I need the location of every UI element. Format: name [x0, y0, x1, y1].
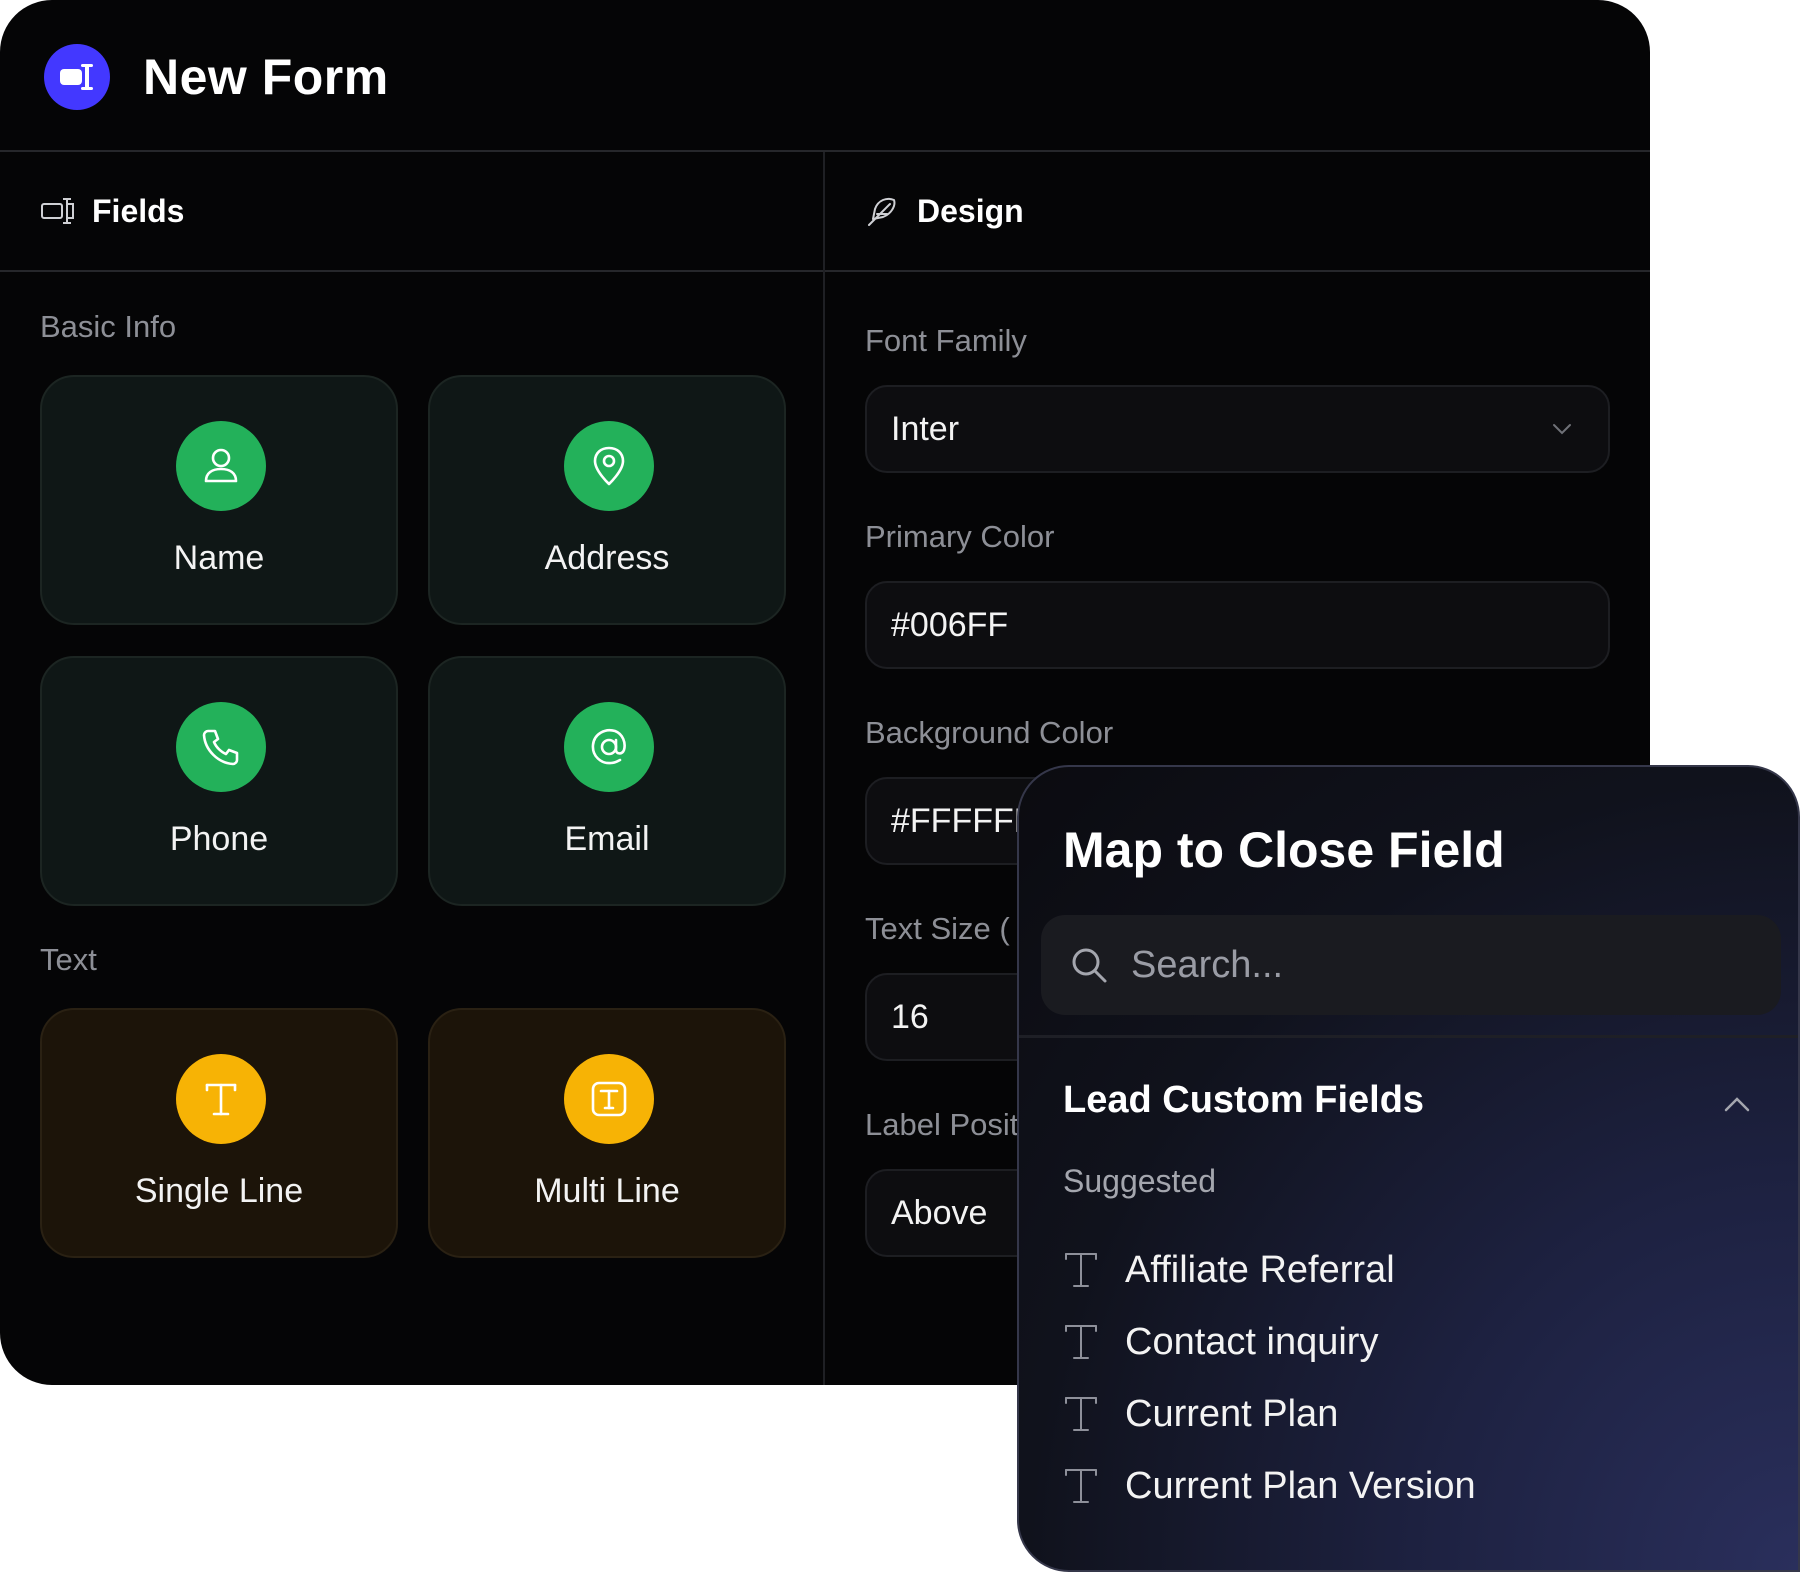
field-tile-multi-line[interactable]: Multi Line — [428, 1008, 786, 1258]
tab-bar: Fields Design — [0, 152, 1650, 272]
tab-design-label: Design — [917, 192, 1024, 229]
field-tile-label: Phone — [169, 820, 269, 858]
map-field-popover: Map to Close Field Lead Custom Fields Su… — [1017, 765, 1800, 1572]
tab-design[interactable]: Design — [865, 152, 1024, 270]
field-tile-email[interactable]: Email — [428, 656, 786, 906]
column-divider — [823, 152, 825, 1385]
field-tile-label: Single Line — [134, 1172, 304, 1210]
text-size-label: Text Size ( — [865, 911, 1010, 946]
primary-color-value: #006FF — [891, 605, 1009, 644]
app-logo-icon — [44, 44, 110, 110]
option-label: Current Plan — [1125, 1392, 1339, 1435]
option-label: Affiliate Referral — [1125, 1248, 1395, 1291]
user-icon — [176, 421, 266, 511]
search-input[interactable] — [1129, 942, 1733, 988]
text-box-icon — [564, 1054, 654, 1144]
list-item[interactable]: Current Plan — [1063, 1384, 1338, 1444]
background-color-label: Background Color — [865, 715, 1114, 750]
text-type-icon — [1063, 1394, 1107, 1434]
page-title: New Form — [143, 49, 389, 105]
label-position-value: Above — [891, 1193, 988, 1232]
text-size-value: 16 — [891, 997, 929, 1036]
font-family-label: Font Family — [865, 323, 1027, 358]
section-title-basic-info: Basic Info — [40, 309, 177, 344]
field-tile-label: Multi Line — [534, 1172, 680, 1210]
field-tile-label: Name — [173, 539, 265, 577]
chevron-up-icon[interactable] — [1721, 1089, 1753, 1121]
list-item[interactable]: Affiliate Referral — [1063, 1240, 1395, 1300]
subgroup-label: Suggested — [1063, 1163, 1217, 1199]
list-item[interactable]: Contact inquiry — [1063, 1312, 1378, 1372]
popover-divider — [1019, 1035, 1798, 1038]
type-icon — [176, 1054, 266, 1144]
field-tile-label: Email — [564, 820, 650, 858]
feather-icon — [868, 197, 896, 226]
background-color-value: #FFFFFF — [891, 801, 1035, 840]
group-title: Lead Custom Fields — [1063, 1079, 1425, 1121]
map-pin-icon — [564, 421, 654, 511]
font-family-value: Inter — [891, 409, 960, 448]
field-tile-name[interactable]: Name — [40, 375, 398, 625]
header: New Form — [0, 0, 1650, 152]
field-tile-address[interactable]: Address — [428, 375, 786, 625]
search-icon — [1072, 948, 1107, 983]
text-type-icon — [1063, 1466, 1107, 1506]
field-icon — [41, 198, 74, 224]
list-item[interactable]: Current Plan Version — [1063, 1456, 1476, 1516]
text-type-icon — [1063, 1250, 1107, 1290]
field-tile-single-line[interactable]: Single Line — [40, 1008, 398, 1258]
text-type-icon — [1063, 1322, 1107, 1362]
field-tile-phone[interactable]: Phone — [40, 656, 398, 906]
phone-icon — [176, 702, 266, 792]
font-family-select[interactable]: Inter — [865, 385, 1610, 473]
search-box[interactable] — [1041, 915, 1781, 1015]
field-tile-label: Address — [544, 539, 670, 577]
tab-fields-label: Fields — [92, 192, 185, 229]
section-title-text: Text — [40, 942, 97, 977]
option-label: Contact inquiry — [1125, 1320, 1379, 1363]
chevron-down-icon — [1553, 424, 1571, 435]
option-label: Current Plan Version — [1125, 1464, 1476, 1507]
primary-color-input[interactable]: #006FF — [865, 581, 1610, 669]
at-sign-icon — [564, 702, 654, 792]
primary-color-label: Primary Color — [865, 519, 1055, 554]
popover-title: Map to Close Field — [1063, 822, 1505, 878]
tab-fields[interactable]: Fields — [40, 152, 184, 270]
